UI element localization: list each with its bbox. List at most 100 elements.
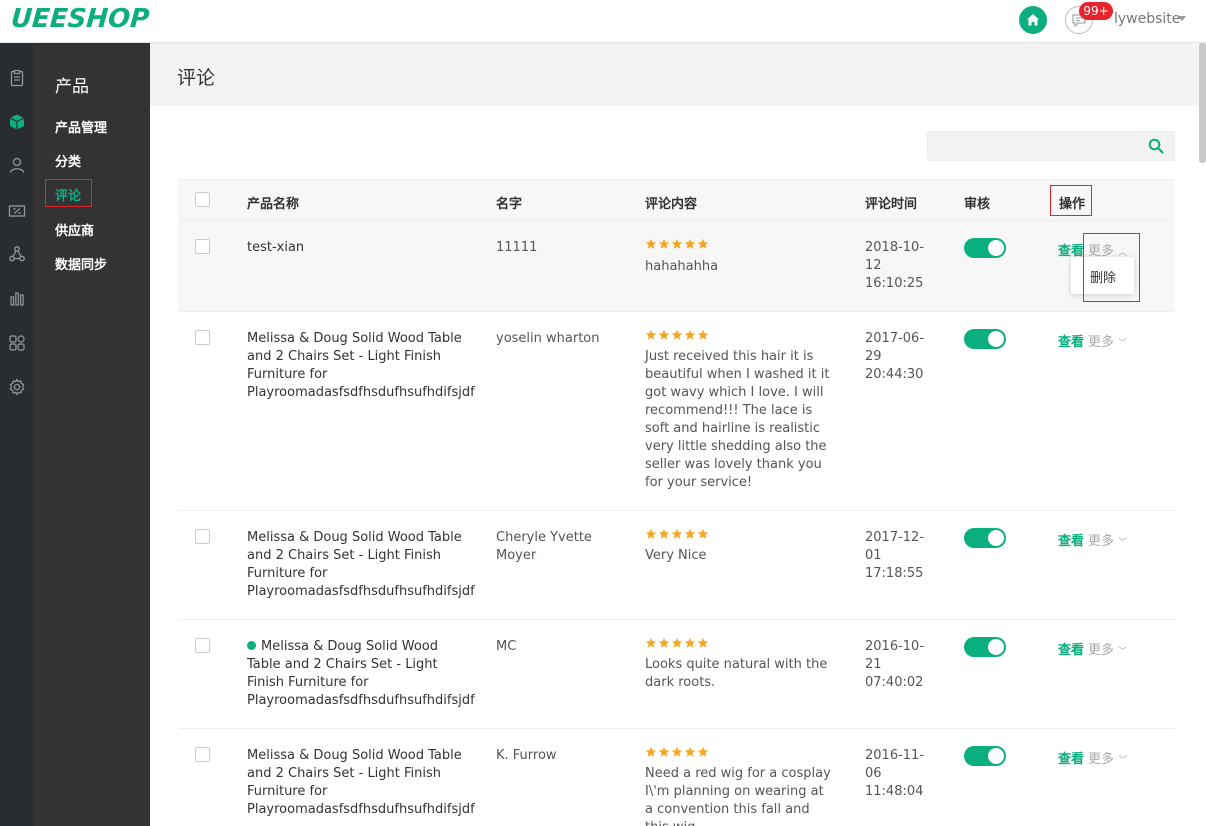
review-clock: 20:44:30 (865, 367, 924, 382)
logo[interactable]: UEESHOP (10, 4, 150, 34)
more-button[interactable]: 更多 ﹀ (1088, 530, 1127, 549)
reviewer-name: yoselin wharton (496, 331, 600, 346)
reviewer-name: 11111 (496, 240, 538, 255)
product-name[interactable]: Melissa & Doug Solid Wood Table and 2 Ch… (247, 747, 475, 819)
view-button[interactable]: 查看 (1058, 530, 1084, 549)
rail-apps[interactable] (0, 328, 33, 358)
approve-toggle[interactable] (964, 637, 1006, 657)
select-all-checkbox[interactable] (195, 192, 210, 207)
product-name: Melissa & Doug Solid Wood Table and 2 Ch… (247, 639, 475, 708)
caret-down-icon[interactable] (1178, 16, 1186, 21)
row-checkbox[interactable] (195, 330, 210, 345)
page-scrollbar[interactable] (1199, 43, 1206, 163)
table-header: 产品名称 名字 评论内容 评论时间 审核 操作 (178, 179, 1175, 221)
user-menu[interactable]: lywebsite (1114, 11, 1180, 27)
review-clock: 16:10:25 (865, 276, 924, 291)
product-submenu: 产品 产品管理 分类 评论 供应商 数据同步 (33, 43, 150, 826)
header-content: 评论内容 (645, 197, 698, 212)
coupon-icon (8, 205, 25, 217)
more-button[interactable]: 更多 ﹀ (1088, 639, 1127, 658)
highlight-box (1083, 233, 1140, 302)
star-icon (697, 528, 709, 539)
review-clock: 17:18:55 (865, 566, 924, 581)
view-button[interactable]: 查看 (1058, 748, 1084, 767)
review-date: 2017-06-29 (865, 331, 925, 364)
search-icon[interactable] (1148, 138, 1164, 154)
review-date: 2018-10-12 (865, 240, 925, 273)
apps-icon (8, 335, 25, 351)
star-rating (645, 238, 709, 250)
top-bar: UEESHOP 99+ lywebsite (0, 0, 1206, 43)
star-icon (684, 238, 696, 249)
star-icon (658, 746, 670, 757)
row-checkbox[interactable] (195, 529, 210, 544)
approve-toggle[interactable] (964, 238, 1006, 258)
row-checkbox[interactable] (195, 747, 210, 762)
highlight-box (45, 179, 92, 207)
star-rating (645, 746, 709, 758)
bar-chart-icon (9, 292, 24, 306)
more-label: 更多 (1088, 643, 1115, 658)
approve-toggle[interactable] (964, 528, 1006, 548)
search-box (927, 131, 1175, 161)
more-label: 更多 (1088, 752, 1115, 767)
view-button[interactable]: 查看 (1058, 639, 1084, 658)
star-icon (658, 528, 670, 539)
star-icon (645, 238, 657, 249)
rail-network[interactable] (0, 239, 33, 269)
view-button[interactable]: 查看 (1058, 331, 1084, 350)
star-icon (697, 637, 709, 648)
search-input[interactable] (928, 132, 1138, 160)
star-icon (658, 238, 670, 249)
reviewer-name: MC (496, 639, 517, 654)
rail-orders[interactable] (0, 63, 33, 93)
row-checkbox[interactable] (195, 239, 210, 254)
row-checkbox[interactable] (195, 638, 210, 653)
submenu-item-suppliers[interactable]: 供应商 (55, 220, 94, 239)
rail-products[interactable] (0, 107, 33, 137)
review-time: 2018-10-12 16:10:25 (865, 239, 935, 293)
star-icon (697, 746, 709, 757)
submenu-item-data-sync[interactable]: 数据同步 (55, 254, 107, 273)
product-name[interactable]: Melissa & Doug Solid Wood Table and 2 Ch… (247, 330, 475, 402)
page-header: 评论 (150, 43, 1206, 106)
gear-icon (9, 378, 24, 396)
product-name-cell[interactable]: Melissa & Doug Solid Wood Table and 2 Ch… (247, 638, 475, 710)
chevron-down-icon: ﹀ (1118, 339, 1128, 349)
submenu-item-category[interactable]: 分类 (55, 151, 81, 170)
more-button[interactable]: 更多 ﹀ (1088, 331, 1127, 350)
approve-toggle[interactable] (964, 746, 1006, 766)
rail-coupons[interactable] (0, 196, 33, 226)
review-content: Just received this hair it is beautiful … (645, 349, 830, 490)
user-icon (9, 157, 24, 173)
star-rating (645, 329, 709, 341)
table-row: Melissa & Doug Solid Wood Table and 2 Ch… (178, 511, 1175, 620)
product-name[interactable]: test-xian (247, 239, 472, 257)
home-button[interactable] (1019, 6, 1047, 34)
review-date: 2017-12-01 (865, 530, 925, 563)
review-clock: 11:48:04 (865, 784, 924, 799)
star-icon (658, 637, 670, 648)
star-icon (697, 329, 709, 340)
table-row: Melissa & Doug Solid Wood Table and 2 Ch… (178, 620, 1175, 729)
star-rating (645, 528, 709, 540)
approve-toggle[interactable] (964, 329, 1006, 349)
submenu-item-product-management[interactable]: 产品管理 (55, 117, 107, 136)
star-icon (684, 637, 696, 648)
star-icon (684, 329, 696, 340)
chevron-down-icon: ﹀ (1118, 756, 1128, 766)
highlight-box (1050, 185, 1092, 216)
header-name: 名字 (496, 197, 523, 212)
rail-stats[interactable] (0, 283, 33, 313)
product-name[interactable]: Melissa & Doug Solid Wood Table and 2 Ch… (247, 529, 475, 601)
review-time: 2016-10-21 07:40:02 (865, 638, 935, 692)
home-icon (1027, 14, 1039, 26)
rail-settings[interactable] (0, 372, 33, 402)
rail-users[interactable] (0, 150, 33, 180)
submenu-title: 产品 (55, 77, 89, 97)
review-content: Very Nice (645, 548, 707, 563)
star-icon (645, 746, 657, 757)
more-button[interactable]: 更多 ﹀ (1088, 748, 1127, 767)
review-clock: 07:40:02 (865, 675, 924, 690)
star-icon (671, 746, 683, 757)
